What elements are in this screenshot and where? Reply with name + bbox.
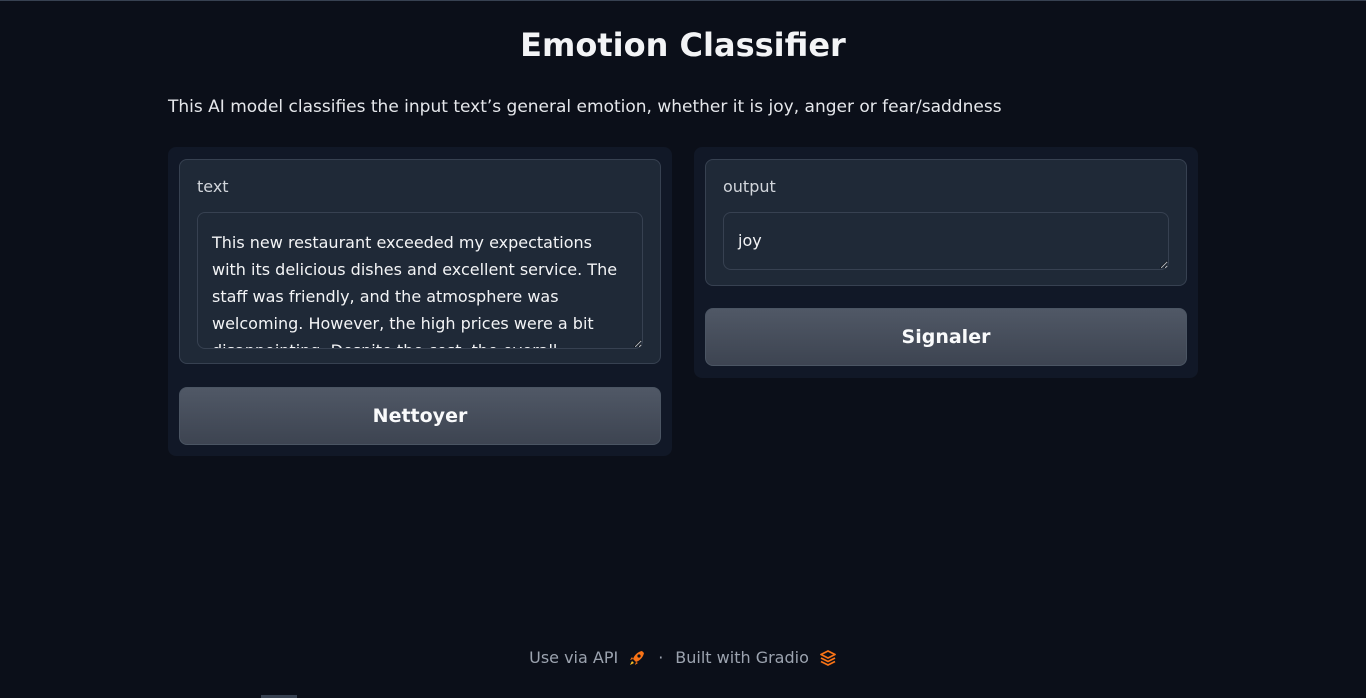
footer: Use via API · Built with Gradio — [0, 648, 1366, 667]
output-textbox[interactable]: joy — [723, 212, 1169, 270]
built-with-gradio-link[interactable]: Built with Gradio — [675, 648, 837, 667]
output-label: output — [723, 177, 776, 196]
flag-button[interactable]: Signaler — [705, 308, 1187, 366]
input-panel: text This new restaurant exceeded my exp… — [168, 147, 672, 456]
top-border — [0, 0, 1366, 1]
page-title: Emotion Classifier — [520, 26, 846, 64]
input-label: text — [197, 177, 229, 196]
footer-separator: · — [658, 648, 664, 667]
rocket-icon — [630, 650, 645, 665]
clear-button[interactable]: Nettoyer — [179, 387, 661, 445]
output-block: output joy — [705, 159, 1187, 286]
use-via-api-label: Use via API — [529, 648, 619, 667]
text-input[interactable]: This new restaurant exceeded my expectat… — [197, 212, 643, 349]
use-via-api-link[interactable]: Use via API — [529, 648, 646, 667]
built-with-gradio-label: Built with Gradio — [675, 648, 809, 667]
output-panel: output joy Signaler — [694, 147, 1198, 378]
input-block: text This new restaurant exceeded my exp… — [179, 159, 661, 364]
gradio-logo-icon — [819, 649, 836, 666]
page-description: This AI model classifies the input text’… — [168, 97, 1002, 117]
